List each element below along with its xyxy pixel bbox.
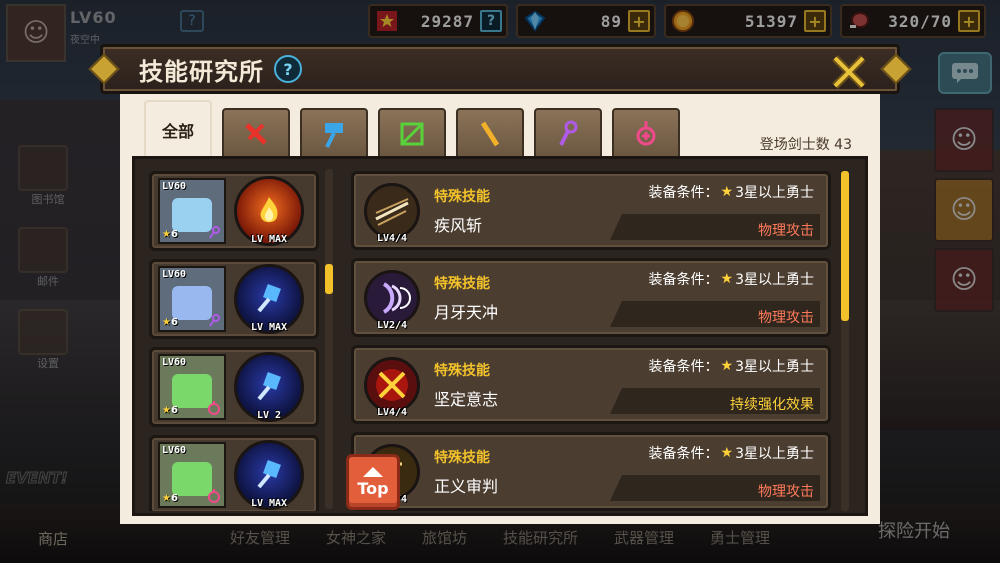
holy-symbol-icon xyxy=(208,401,220,415)
skill-requirement: 装备条件： ★ 3星以上勇士 xyxy=(648,184,814,201)
hero-portrait: LV60 ★6 xyxy=(158,178,226,244)
hero-skill-level: LV MAX xyxy=(250,322,288,333)
skill-list-scrollbar[interactable] xyxy=(841,171,849,511)
flame-icon xyxy=(260,197,278,223)
skill-card[interactable]: LV4/4 特殊技能 疾风斩 装备条件： ★ 3星以上勇士 物理攻击 xyxy=(351,171,831,250)
hero-skill-orb: LV 2 xyxy=(234,352,304,422)
hero-level: LV60 xyxy=(162,445,187,456)
skill-type: 特殊技能 xyxy=(434,188,490,205)
scroll-top-label: Top xyxy=(357,478,389,498)
hero-skill-orb: LV MAX xyxy=(234,440,304,510)
wand-icon xyxy=(209,314,220,327)
tab-bow[interactable] xyxy=(378,108,446,160)
wand-icon xyxy=(559,120,578,146)
hero-skill-level: LV MAX xyxy=(250,498,288,509)
skill-requirement: 装备条件： ★ 3星以上勇士 xyxy=(648,358,814,375)
skill-lab-panel: 全部 登场剑士数 43 LV60 ★6 LV MAX LV60 ★6 LV MA… xyxy=(120,94,880,524)
hero-skill-orb: LV MAX xyxy=(234,176,304,246)
tab-wand[interactable] xyxy=(534,108,602,160)
hero-list-scroll-thumb[interactable] xyxy=(325,264,333,294)
panel-help-icon[interactable]: ? xyxy=(274,55,302,83)
star-icon: ★ xyxy=(720,358,734,374)
hero-list[interactable]: LV60 ★6 LV MAX LV60 ★6 LV MAX LV60 ★6 LV… xyxy=(149,171,319,511)
hero-stars: ★6 xyxy=(162,405,178,416)
skill-type: 特殊技能 xyxy=(434,275,490,292)
holy-symbol-icon xyxy=(636,121,656,146)
crescent-icon: LV2/4 xyxy=(364,269,420,331)
skill-effect-tag: 持续强化效果 xyxy=(730,397,814,413)
skill-level: LV2/4 xyxy=(376,319,408,331)
hero-level: LV60 xyxy=(162,269,187,280)
skill-level: LV4/4 xyxy=(376,406,408,418)
hero-stars: ★6 xyxy=(162,317,178,328)
staff-icon xyxy=(480,121,500,147)
star-icon: ★ xyxy=(720,184,734,200)
hero-level: LV60 xyxy=(162,181,187,192)
hero-card[interactable]: LV60 ★6 LV MAX xyxy=(149,435,319,511)
hero-list-scrollbar[interactable] xyxy=(325,169,333,509)
wind-slash-icon: LV4/4 xyxy=(364,182,420,244)
skill-name: 正义审判 xyxy=(434,476,499,496)
skill-name: 坚定意志 xyxy=(434,389,499,409)
tab-staff[interactable] xyxy=(456,108,524,160)
hero-portrait: LV60 ★6 xyxy=(158,442,226,508)
skill-requirement: 装备条件： ★ 3星以上勇士 xyxy=(648,445,814,462)
hammer-skill-icon xyxy=(257,372,281,401)
star-icon: ★ xyxy=(720,271,734,287)
up-arrow-icon xyxy=(363,466,383,477)
hero-stars: ★6 xyxy=(162,229,178,240)
close-icon xyxy=(832,55,866,89)
skill-card[interactable]: LV4/4 特殊技能 正义审判 装备条件：★3星以上勇士 物理攻击 xyxy=(351,432,831,511)
skill-name: 疾风斩 xyxy=(434,215,483,235)
bow-icon xyxy=(400,122,424,146)
hero-card[interactable]: LV60 ★6 LV MAX xyxy=(149,171,319,251)
skill-name: 月牙天冲 xyxy=(434,302,499,322)
list-area: LV60 ★6 LV MAX LV60 ★6 LV MAX LV60 ★6 LV… xyxy=(132,156,868,516)
hammer-icon xyxy=(325,123,343,148)
hero-portrait: LV60 ★6 xyxy=(158,354,226,420)
hero-card[interactable]: LV60 ★6 LV 2 xyxy=(149,347,319,427)
hero-portrait: LV60 ★6 xyxy=(158,266,226,332)
hero-skill-orb: LV MAX xyxy=(234,264,304,334)
wand-icon xyxy=(209,226,220,239)
tab-all[interactable]: 全部 xyxy=(144,100,212,160)
skill-list[interactable]: LV4/4 特殊技能 疾风斩 装备条件： ★ 3星以上勇士 物理攻击 LV2/4 特… xyxy=(351,171,831,516)
hero-skill-level: LV MAX xyxy=(250,234,288,245)
hero-level: LV60 xyxy=(162,357,187,368)
tab-sword[interactable] xyxy=(222,108,290,160)
class-filter-tabs: 全部 xyxy=(144,100,680,160)
skill-card[interactable]: LV4/4 特殊技能 坚定意志 装备条件： ★ 3星以上勇士 持续强化效果 xyxy=(351,345,831,424)
hero-count-label: 登场剑士数 43 xyxy=(759,137,852,153)
skill-effect-tag: 物理攻击 xyxy=(758,310,814,326)
holy-symbol-icon xyxy=(208,489,220,503)
close-button[interactable] xyxy=(829,52,869,92)
hero-stars: ★6 xyxy=(162,493,178,504)
skill-level: LV4/4 xyxy=(376,232,408,244)
skill-list-scroll-thumb[interactable] xyxy=(841,171,849,321)
hammer-skill-icon xyxy=(257,460,281,489)
skill-card[interactable]: LV2/4 特殊技能 月牙天冲 装备条件： ★ 3星以上勇士 物理攻击 xyxy=(351,258,831,337)
skill-type: 特殊技能 xyxy=(434,449,490,466)
panel-title-bar: 技能研究所 ? xyxy=(100,44,900,94)
panel-title: 技能研究所 xyxy=(139,57,264,86)
skill-effect-tag: 物理攻击 xyxy=(758,223,814,239)
crossed-swords-icon: LV4/4 xyxy=(364,356,420,418)
tab-hammer[interactable] xyxy=(300,108,368,160)
skill-effect-tag: 物理攻击 xyxy=(758,484,814,500)
star-icon: ★ xyxy=(720,445,734,461)
scroll-top-button[interactable]: Top xyxy=(346,454,400,510)
hero-skill-level: LV 2 xyxy=(256,410,282,421)
skill-requirement: 装备条件： ★ 3星以上勇士 xyxy=(648,271,814,288)
sword-icon xyxy=(245,123,267,145)
hero-card[interactable]: LV60 ★6 LV MAX xyxy=(149,259,319,339)
tab-holy[interactable] xyxy=(612,108,680,160)
skill-type: 特殊技能 xyxy=(434,362,490,379)
hammer-skill-icon xyxy=(257,284,281,313)
